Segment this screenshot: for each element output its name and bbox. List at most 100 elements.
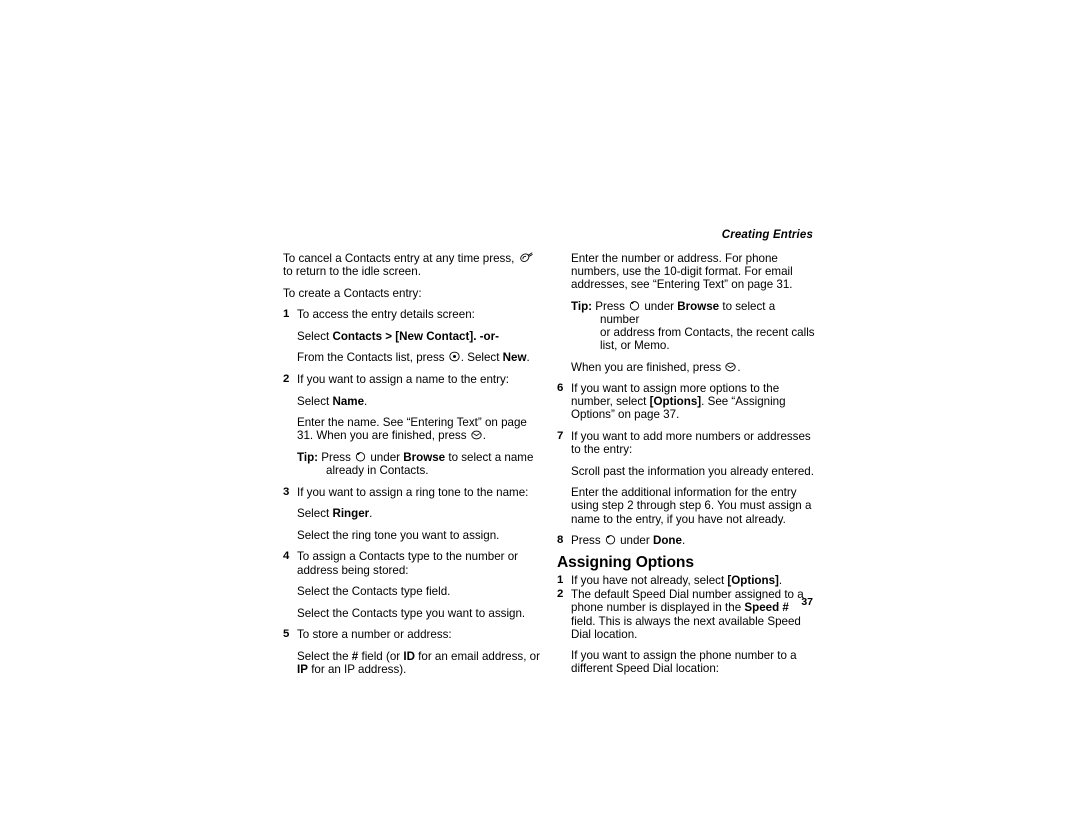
tip-left-pre: Press xyxy=(318,450,355,464)
step-5-bold-ip: IP xyxy=(297,662,308,676)
step-5-text: To store a number or address: xyxy=(297,628,452,642)
step-4-line-a: Select the Contacts type field. xyxy=(297,585,451,599)
tip-right-continuation-2: list, or Memo. xyxy=(600,339,670,353)
step-3-number: 3 xyxy=(283,485,290,498)
step-1-line-b: From the Contacts list, press . Select N… xyxy=(283,351,541,364)
section-heading-assigning-options: Assigning Options xyxy=(557,554,694,572)
intro-create-paragraph: To create a Contacts entry: xyxy=(283,286,422,300)
step-8: 8 Press under Done. xyxy=(557,534,815,547)
tip-right-pre: Press xyxy=(592,299,629,313)
step-7-number: 7 xyxy=(557,430,564,443)
step-7-text: If you want to add more numbers or addre… xyxy=(571,430,811,457)
tip-left-post: to select a name xyxy=(445,450,534,464)
step-7: 7 If you want to add more numbers or add… xyxy=(557,430,815,456)
left-soft-key-icon xyxy=(605,534,616,545)
ok-menu-key-icon xyxy=(471,430,482,440)
step-6: 6 If you want to assign more options to … xyxy=(557,382,815,421)
options-step-1-bold: [Options] xyxy=(727,574,779,588)
step-7-line-b: Enter the additional information for the… xyxy=(571,486,812,526)
step-1-line-a-bold: Contacts > [New Contact]. -or- xyxy=(332,329,499,343)
step-5-line-a-mid1: field (or xyxy=(358,649,404,663)
running-head: Creating Entries xyxy=(721,229,813,241)
left-soft-key-icon xyxy=(355,451,366,462)
options-step-1-number: 1 xyxy=(557,574,564,587)
tip-right-first-line: Tip: Press under Browse to select a numb… xyxy=(571,300,815,326)
tip-left-mid: under xyxy=(367,450,404,464)
step-3-line-a-pre: Select xyxy=(297,507,333,521)
right-para-2-pre: When you are finished, press xyxy=(571,360,725,374)
intro-cancel-text-b: to return to the idle screen. xyxy=(283,265,421,279)
step-1-text: To access the entry details screen: xyxy=(297,308,475,322)
tip-right-continuation-1: or address from Contacts, the recent cal… xyxy=(600,325,815,339)
step-2-text: If you want to assign a name to the entr… xyxy=(297,373,510,387)
step-3-line-a-post: . xyxy=(369,507,373,521)
step-2-line-b-text: Enter the name. See “Entering Text” on p… xyxy=(297,416,527,443)
step-6-bold: [Options] xyxy=(649,395,702,409)
step-1-line-a-pre: Select xyxy=(297,329,333,343)
right-column: Enter the number or address. For phone n… xyxy=(557,252,815,675)
step-8-mid: under xyxy=(616,534,653,548)
step-4: 4 To assign a Contacts type to the numbe… xyxy=(283,550,541,576)
step-8-number: 8 xyxy=(557,534,564,547)
step-3-line-b: Select the ring tone you want to assign. xyxy=(297,528,500,542)
ok-menu-key-icon xyxy=(725,362,737,372)
step-5-number: 5 xyxy=(283,628,290,641)
step-2-line-a-post: . xyxy=(364,394,368,408)
step-2-line-a: Select Name. xyxy=(283,395,541,408)
step-7-line-a: Scroll past the information you already … xyxy=(571,464,814,478)
step-1-line-b-mid: . Select xyxy=(460,351,503,365)
right-para-2: When you are finished, press . xyxy=(557,361,815,374)
step-3-line-a-bold: Ringer xyxy=(332,507,370,521)
tip-right-mid: under xyxy=(641,299,678,313)
manual-page: Creating Entries To cancel a Contacts en… xyxy=(0,0,1080,834)
step-1-line-b-pre: From the Contacts list, press xyxy=(297,351,448,365)
step-5-line-a: Select the # field (or ID for an email a… xyxy=(283,650,541,676)
intro-cancel-paragraph: To cancel a Contacts entry at any time p… xyxy=(283,252,541,278)
center-select-key-icon xyxy=(449,351,460,362)
step-3-line-a: Select Ringer. xyxy=(283,507,541,520)
options-closing-paragraph: If you want to assign the phone number t… xyxy=(571,649,797,676)
step-1: 1 To access the entry details screen: xyxy=(283,308,541,321)
tip-left-label: Tip: xyxy=(297,450,319,464)
step-5-line-a-post: for an IP address). xyxy=(307,662,407,676)
tip-left-bold: Browse xyxy=(403,450,446,464)
step-2-line-b: Enter the name. See “Entering Text” on p… xyxy=(283,416,541,442)
step-5-line-a-pre: Select the xyxy=(297,649,352,663)
options-step-1: 1 If you have not already, select [Optio… xyxy=(557,574,815,587)
end-call-key-icon xyxy=(519,252,533,263)
tip-right-bold: Browse xyxy=(677,299,720,313)
page-number: 37 xyxy=(801,596,813,608)
step-4-number: 4 xyxy=(283,550,290,563)
options-step-2-post: field. This is always the next available… xyxy=(571,614,801,641)
tip-right-label: Tip: xyxy=(571,299,593,313)
step-2-line-b-post: . xyxy=(482,429,486,443)
tip-block-right: Tip: Press under Browse to select a numb… xyxy=(557,300,815,352)
options-step-1-post: . xyxy=(778,574,783,588)
step-4-line-b: Select the Contacts type you want to ass… xyxy=(297,606,526,620)
options-step-1-pre: If you have not already, select xyxy=(571,574,728,588)
left-soft-key-icon xyxy=(629,300,640,311)
step-5-bold-id: ID xyxy=(403,649,415,663)
step-5-line-a-mid2: for an email address, or xyxy=(414,649,540,663)
tip-block-left: Tip: Press under Browse to select a name… xyxy=(283,451,541,477)
step-2-line-a-bold: Name xyxy=(332,394,365,408)
right-para-2-post: . xyxy=(737,360,741,374)
step-3: 3 If you want to assign a ring tone to t… xyxy=(283,486,541,499)
right-para-1: Enter the number or address. For phone n… xyxy=(571,252,793,292)
tip-left-continuation: already in Contacts. xyxy=(326,464,429,478)
step-2-number: 2 xyxy=(283,373,290,386)
tip-left-first-line: Tip: Press under Browse to select a name xyxy=(297,451,541,464)
step-3-text: If you want to assign a ring tone to the… xyxy=(297,485,529,499)
step-2-line-a-pre: Select xyxy=(297,394,333,408)
step-8-pre: Press xyxy=(571,534,604,548)
step-6-number: 6 xyxy=(557,382,564,395)
step-1-line-b-post: . xyxy=(526,351,530,365)
step-5: 5 To store a number or address: xyxy=(283,628,541,641)
step-1-line-b-bold: New xyxy=(502,351,527,365)
step-4-text: To assign a Contacts type to the number … xyxy=(297,550,519,577)
step-2: 2 If you want to assign a name to the en… xyxy=(283,373,541,386)
step-8-bold: Done xyxy=(652,534,682,548)
step-1-line-a: Select Contacts > [New Contact]. -or- xyxy=(283,330,541,343)
intro-cancel-text-a: To cancel a Contacts entry at any time p… xyxy=(283,252,518,265)
left-column: To cancel a Contacts entry at any time p… xyxy=(283,252,541,676)
